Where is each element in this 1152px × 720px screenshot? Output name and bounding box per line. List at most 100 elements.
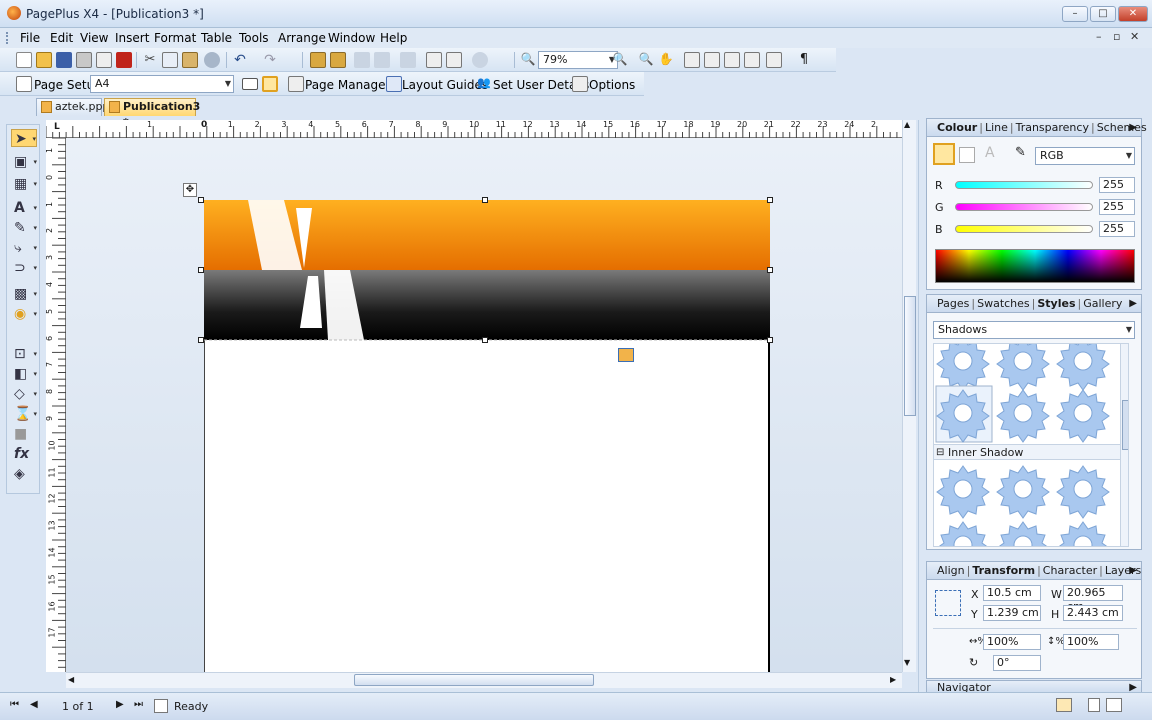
paste-icon[interactable]: [182, 52, 198, 68]
user-details-icon[interactable]: 👥: [476, 76, 492, 92]
open-icon[interactable]: [36, 52, 52, 68]
portrait-icon[interactable]: [262, 76, 278, 92]
pan-tool-icon[interactable]: ✋: [658, 52, 674, 68]
shape-icon[interactable]: [472, 52, 488, 68]
zoom-level-input[interactable]: 79% ▼: [538, 51, 618, 69]
last-page-icon[interactable]: ⏭: [134, 699, 143, 710]
frame-icon[interactable]: [426, 52, 442, 68]
selection-handle[interactable]: [767, 197, 773, 203]
options-button[interactable]: Options: [589, 78, 635, 92]
scroll-down-icon[interactable]: ▼: [904, 658, 910, 667]
menu-help[interactable]: Help: [380, 31, 407, 45]
tab-pages[interactable]: Pages: [937, 297, 969, 310]
panel-arrow-icon[interactable]: ▶: [1129, 295, 1137, 312]
red-input[interactable]: 255: [1099, 177, 1135, 193]
format-painter-icon[interactable]: [204, 52, 220, 68]
scroll-up-icon[interactable]: ▲: [904, 120, 910, 129]
colour-spectrum[interactable]: [935, 249, 1135, 283]
menu-file[interactable]: File: [20, 31, 40, 45]
vertical-ruler[interactable]: 1 0 1 2 3 4 5 6 7 8 9 10 11 12 13 14 15 16 17: [45, 138, 66, 672]
page-manager-button[interactable]: Page Manager: [305, 78, 390, 92]
grid-icon[interactable]: [766, 52, 782, 68]
first-page-icon[interactable]: ⏮: [10, 699, 19, 710]
rotation-input[interactable]: 0°: [993, 655, 1041, 671]
green-slider[interactable]: [955, 203, 1093, 211]
zoom-in-icon[interactable]: 🔍: [612, 52, 628, 68]
width-input[interactable]: 20.965 cm: [1063, 585, 1123, 613]
tab-aztek[interactable]: aztek.ppp: [36, 98, 109, 116]
send-backward-icon[interactable]: [330, 52, 346, 68]
selection-handle[interactable]: [198, 197, 204, 203]
single-page-icon[interactable]: [1088, 698, 1100, 712]
bring-forward-icon[interactable]: [310, 52, 326, 68]
blue-input[interactable]: 255: [1099, 221, 1135, 237]
tab-colour[interactable]: Colour: [937, 121, 977, 134]
selection-handle[interactable]: [482, 197, 488, 203]
line-swatch-icon[interactable]: [959, 147, 975, 163]
gallery-tool-icon[interactable]: ◈: [11, 465, 37, 483]
connector-tool-icon[interactable]: ⤷ ▾: [11, 239, 37, 257]
table-tool-icon[interactable]: ▦ ▾: [11, 175, 37, 193]
paint-tool-icon[interactable]: ◇ ▾: [11, 385, 37, 403]
header-graphic[interactable]: [204, 200, 770, 342]
refresh-icon[interactable]: [400, 52, 416, 68]
crop-icon[interactable]: [446, 52, 462, 68]
green-input[interactable]: 255: [1099, 199, 1135, 215]
text-colour-icon[interactable]: A: [985, 145, 995, 161]
selection-handle[interactable]: [482, 337, 488, 343]
flip-icon[interactable]: [374, 52, 390, 68]
tab-transform[interactable]: Transform: [972, 564, 1035, 577]
fill-swatch-icon[interactable]: [933, 143, 955, 165]
move-icon[interactable]: ✥: [183, 183, 197, 197]
rotate-icon[interactable]: [354, 52, 370, 68]
mdi-close-button[interactable]: ✕: [1130, 30, 1139, 43]
x-position-input[interactable]: 10.5 cm: [983, 585, 1041, 601]
fit-page-icon[interactable]: [684, 52, 700, 68]
tab-gallery[interactable]: Gallery: [1083, 297, 1122, 310]
cut-icon[interactable]: ✂: [142, 52, 158, 68]
panel-arrow-icon[interactable]: ▶: [1129, 562, 1137, 579]
scale-x-input[interactable]: 100%: [983, 634, 1041, 650]
pointer-tool-icon[interactable]: ➤ ▾: [11, 129, 37, 147]
page-icon[interactable]: [744, 52, 760, 68]
red-slider[interactable]: [955, 181, 1093, 189]
menu-format[interactable]: Format: [154, 31, 196, 45]
prev-page-icon[interactable]: ◀: [30, 699, 38, 710]
tab-character[interactable]: Character: [1043, 564, 1097, 577]
print-icon[interactable]: [76, 52, 92, 68]
y-position-input[interactable]: 1.239 cm: [983, 605, 1041, 621]
facing-pages-icon[interactable]: [1106, 698, 1122, 712]
tab-publication3[interactable]: Publication3 *: [104, 98, 200, 129]
actual-size-icon[interactable]: [724, 52, 740, 68]
tab-styles[interactable]: Styles: [1037, 297, 1075, 310]
selection-handle[interactable]: [767, 267, 773, 273]
menu-window[interactable]: Window: [328, 31, 375, 45]
page-setup-icon[interactable]: [16, 76, 32, 92]
panel-arrow-icon[interactable]: ▶: [1129, 119, 1137, 136]
selection-handle[interactable]: [198, 267, 204, 273]
scroll-thumb[interactable]: [1122, 400, 1128, 450]
fit-width-icon[interactable]: [704, 52, 720, 68]
layout-guides-icon[interactable]: [386, 76, 402, 92]
picture-tool-icon[interactable]: ▩ ▾: [11, 285, 37, 303]
crop-tool-icon[interactable]: ▣ ▾: [11, 153, 37, 171]
landscape-icon[interactable]: [242, 78, 258, 90]
menu-table[interactable]: Table: [201, 31, 232, 45]
menu-tools[interactable]: Tools: [239, 31, 269, 45]
save-icon[interactable]: [56, 52, 72, 68]
selection-handle[interactable]: [767, 337, 773, 343]
horizontal-ruler[interactable]: L 0 1 1 2 3 4 5 6 7 8 9 10 11 12 13 14 15 16 17 18 19 20 21 22 2…: [46, 120, 902, 138]
print-preview-icon[interactable]: [96, 52, 112, 68]
menu-edit[interactable]: Edit: [50, 31, 73, 45]
panel-splitter[interactable]: [918, 120, 926, 692]
menu-arrange[interactable]: Arrange: [278, 31, 326, 45]
style-gallery[interactable]: ⊟ Inner Shadow: [933, 343, 1129, 547]
pencil-tool-icon[interactable]: ✎ ▾: [11, 219, 37, 237]
redo-icon[interactable]: ↷: [262, 52, 278, 68]
eyedropper-icon[interactable]: ✎: [1015, 145, 1026, 160]
pdf-icon[interactable]: [116, 52, 132, 68]
scroll-thumb[interactable]: [354, 674, 594, 686]
group-icon[interactable]: [618, 348, 634, 362]
tab-align[interactable]: Align: [937, 564, 965, 577]
tab-swatches[interactable]: Swatches: [977, 297, 1030, 310]
